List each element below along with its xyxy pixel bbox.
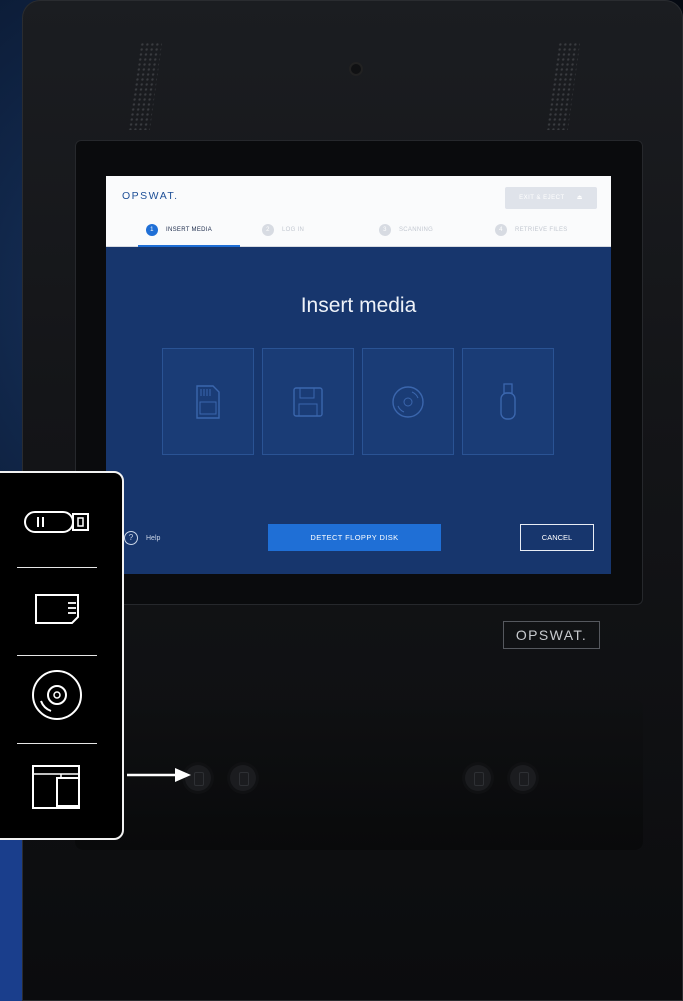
- step-number: 2: [262, 224, 274, 236]
- progress-steps: 1 INSERT MEDIA 2 LOG IN 3 SCANNING 4 RET…: [106, 216, 611, 247]
- sd-card-icon: [196, 384, 220, 419]
- step-number: 3: [379, 224, 391, 236]
- cancel-button[interactable]: CANCEL: [520, 524, 594, 551]
- step-number: 1: [146, 224, 158, 236]
- callout-usb: [2, 478, 112, 566]
- callout-sd-card: [2, 567, 112, 655]
- camera-icon: [351, 64, 361, 74]
- opswat-logo: OPSWAT.: [122, 190, 179, 202]
- right-speaker-grille: [545, 42, 581, 130]
- cd-disc-icon: [32, 670, 82, 720]
- floppy-disk-icon: [293, 386, 323, 417]
- kiosk-screen: OPSWAT. EXIT & EJECT ⏏ 1 INSERT MEDIA 2 …: [106, 176, 611, 574]
- callout-card-reader: [2, 743, 112, 831]
- step-label: RETRIEVE FILES: [515, 227, 568, 233]
- card-reader-icon: [32, 765, 80, 809]
- brand-plate: OPSWAT.: [503, 621, 600, 649]
- step-retrieve-files: 4 RETRIEVE FILES: [495, 224, 568, 236]
- callout-cd: [2, 651, 112, 739]
- media-option-cd[interactable]: [362, 348, 454, 455]
- exit-eject-button[interactable]: EXIT & EJECT ⏏: [505, 187, 597, 209]
- cd-disc-icon: [392, 385, 424, 418]
- usb-port-slot: [510, 765, 536, 791]
- app-header: OPSWAT. EXIT & EJECT ⏏: [106, 176, 611, 216]
- usb-drive-icon: [24, 511, 89, 533]
- step-number: 4: [495, 224, 507, 236]
- left-speaker-grille: [127, 42, 163, 130]
- step-scanning: 3 SCANNING: [379, 224, 433, 236]
- active-step-indicator: [138, 245, 240, 247]
- arrow-pointer-icon: [127, 768, 191, 782]
- eject-icon: ⏏: [576, 195, 583, 201]
- card-slot: [465, 765, 491, 791]
- media-option-usb[interactable]: [462, 348, 554, 455]
- exit-eject-label: EXIT & EJECT: [519, 195, 565, 201]
- help-link[interactable]: ? Help: [124, 531, 160, 545]
- help-label: Help: [146, 534, 161, 542]
- usb-drive-icon: [500, 382, 516, 420]
- step-insert-media: 1 INSERT MEDIA: [146, 224, 212, 236]
- help-icon: ?: [124, 531, 138, 545]
- background-accent: [0, 835, 22, 1001]
- page-title: Insert media: [300, 294, 417, 317]
- step-label: LOG IN: [282, 227, 305, 233]
- step-label: SCANNING: [399, 227, 434, 233]
- step-label: INSERT MEDIA: [166, 227, 213, 233]
- sd-card-icon: [35, 594, 79, 624]
- step-log-in: 2 LOG IN: [262, 224, 304, 236]
- media-type-callout: [0, 471, 124, 840]
- card-slot: [230, 765, 256, 791]
- media-option-sd-card[interactable]: [162, 348, 254, 455]
- detect-floppy-button[interactable]: DETECT FLOPPY DISK: [268, 524, 441, 551]
- media-option-floppy[interactable]: [262, 348, 354, 455]
